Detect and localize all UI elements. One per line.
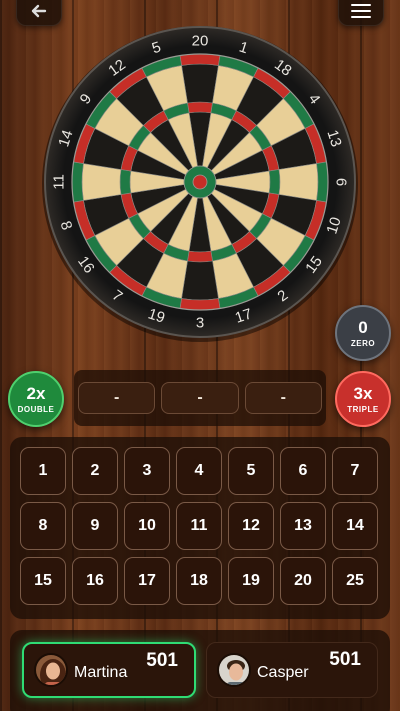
avatar-casper-icon — [219, 655, 249, 685]
zero-label: ZERO — [350, 338, 376, 348]
throws-panel: - - - — [74, 370, 326, 426]
player-card-casper[interactable]: Casper 501 — [206, 642, 378, 698]
key-8[interactable]: 8 — [20, 502, 66, 550]
players-panel: Martina 501 Casper 501 — [10, 630, 390, 711]
throw-slot-3[interactable]: - — [244, 382, 322, 414]
throw-slot-1[interactable]: - — [78, 382, 156, 414]
board-number-label: 6 — [333, 178, 350, 186]
double-label: DOUBLE — [17, 404, 55, 414]
key-2[interactable]: 2 — [72, 447, 118, 495]
key-11[interactable]: 11 — [176, 502, 222, 550]
zero-button[interactable]: 0 ZERO — [335, 305, 391, 361]
key-6[interactable]: 6 — [280, 447, 326, 495]
player-name: Casper — [257, 664, 309, 681]
triple-button[interactable]: 3x TRIPLE — [335, 371, 391, 427]
key-12[interactable]: 12 — [228, 502, 274, 550]
dartboard[interactable]: 20 1 18 4 13 6 10 15 2 17 3 19 7 16 8 11 14 9 12 5 — [40, 22, 360, 342]
key-19[interactable]: 19 — [228, 557, 274, 605]
key-18[interactable]: 18 — [176, 557, 222, 605]
key-20[interactable]: 20 — [280, 557, 326, 605]
key-14[interactable]: 14 — [332, 502, 378, 550]
double-value: 2x — [26, 383, 46, 403]
key-25[interactable]: 25 — [332, 557, 378, 605]
bullseye — [192, 174, 208, 190]
throw-slot-2[interactable]: - — [161, 382, 239, 414]
key-17[interactable]: 17 — [124, 557, 170, 605]
hamburger-menu-icon — [351, 4, 371, 18]
player-score: 501 — [146, 650, 178, 671]
avatar-martina-icon — [36, 655, 66, 685]
triple-label: TRIPLE — [347, 404, 379, 414]
key-13[interactable]: 13 — [280, 502, 326, 550]
board-number-label: 20 — [192, 33, 209, 50]
key-5[interactable]: 5 — [228, 447, 274, 495]
avatar — [217, 653, 251, 687]
board-number-label: 11 — [51, 174, 68, 190]
key-10[interactable]: 10 — [124, 502, 170, 550]
key-4[interactable]: 4 — [176, 447, 222, 495]
player-score: 501 — [329, 649, 361, 670]
key-16[interactable]: 16 — [72, 557, 118, 605]
key-9[interactable]: 9 — [72, 502, 118, 550]
key-15[interactable]: 15 — [20, 557, 66, 605]
player-name: Martina — [74, 664, 128, 681]
back-arrow-icon — [31, 4, 47, 18]
key-3[interactable]: 3 — [124, 447, 170, 495]
avatar — [34, 653, 68, 687]
key-1[interactable]: 1 — [20, 447, 66, 495]
key-7[interactable]: 7 — [332, 447, 378, 495]
double-button[interactable]: 2x DOUBLE — [8, 371, 64, 427]
zero-value: 0 — [358, 317, 368, 337]
dartboard-graphic: 20 11841361015217319716811149125 — [42, 26, 358, 342]
player-card-martina[interactable]: Martina 501 — [22, 642, 196, 698]
triple-value: 3x — [353, 383, 373, 403]
board-number-label: 3 — [196, 315, 204, 332]
score-keypad: 1 2 3 4 5 6 7 8 9 10 11 12 13 14 15 16 17 18 19 20 25 — [10, 437, 390, 619]
